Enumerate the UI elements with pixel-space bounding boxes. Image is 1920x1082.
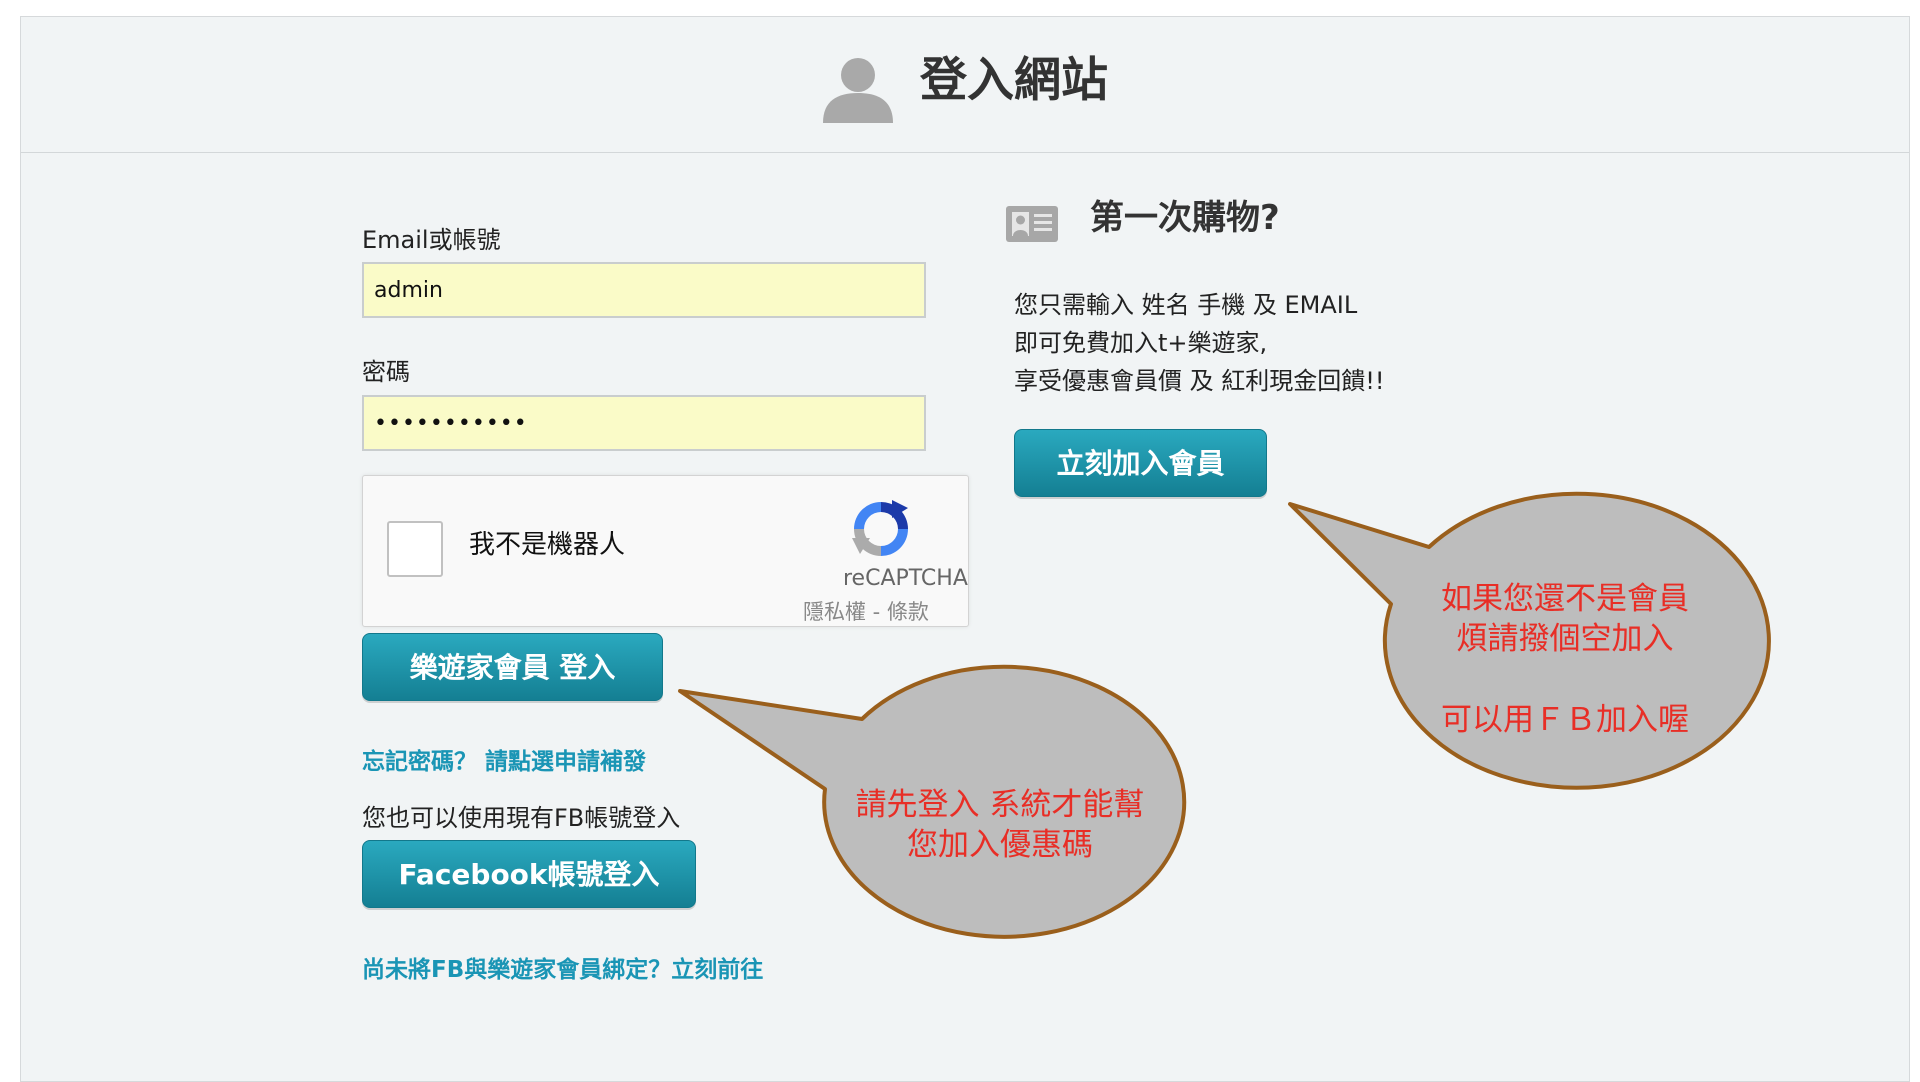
fb-bind-link[interactable]: 尚未將FB與樂遊家會員綁定？立刻前往: [362, 957, 763, 985]
callout-right-line-3: [1400, 660, 1730, 700]
callout-left-line-2: 您加入優惠碼: [907, 827, 1093, 864]
join-member-button[interactable]: 立刻加入會員: [1014, 429, 1267, 497]
forgot-password-link[interactable]: 忘記密碼？ 請點選申請補發: [362, 749, 646, 777]
id-card-icon: [1006, 206, 1058, 242]
fb-login-hint: 您也可以使用現有FB帳號登入: [362, 804, 681, 832]
recaptcha-brand: reCAPTCHA: [843, 566, 968, 591]
first-time-line-1: 您只需輸入 姓名 手機 及 EMAIL: [1014, 291, 1358, 319]
callout-left-line-1: 請先登入 系統才能幫: [855, 787, 1145, 823]
member-login-button[interactable]: 樂遊家會員 登入: [362, 633, 663, 701]
email-label: Email或帳號: [362, 226, 501, 254]
recaptcha-terms-link[interactable]: 隱私權 - 條款: [803, 600, 929, 625]
recaptcha-logo-icon: [852, 500, 908, 556]
page-title: 登入網站: [920, 53, 1108, 108]
first-time-title: 第一次購物?: [1090, 198, 1280, 238]
callout-right-line-2: 煩請撥個空加入: [1456, 621, 1674, 658]
callout-right-line-4: 可以用ＦＢ加入喔: [1441, 701, 1689, 738]
panel-header: 登入網站: [21, 17, 1909, 153]
user-silhouette-icon: [823, 58, 893, 123]
password-label: 密碼: [362, 358, 410, 386]
recaptcha-checkbox[interactable]: [387, 521, 443, 577]
callout-left-text: 請先登入 系統才能幫 您加入優惠碼: [820, 785, 1180, 866]
facebook-login-button[interactable]: Facebook帳號登入: [362, 840, 696, 908]
first-time-line-3: 享受優惠會員價 及 紅利現金回饋!!: [1014, 367, 1385, 395]
first-time-line-2: 即可免費加入t+樂遊家,: [1014, 329, 1268, 357]
email-input[interactable]: [362, 262, 926, 318]
callout-right-text: 如果您還不是會員 煩請撥個空加入 可以用ＦＢ加入喔: [1400, 579, 1730, 740]
recaptcha-label: 我不是機器人: [469, 530, 626, 560]
recaptcha-widget: 我不是機器人 reCAPTCHA 隱私權 - 條款: [362, 475, 969, 627]
password-input[interactable]: [362, 395, 926, 451]
callout-right-line-1: 如果您還不是會員: [1441, 581, 1689, 617]
